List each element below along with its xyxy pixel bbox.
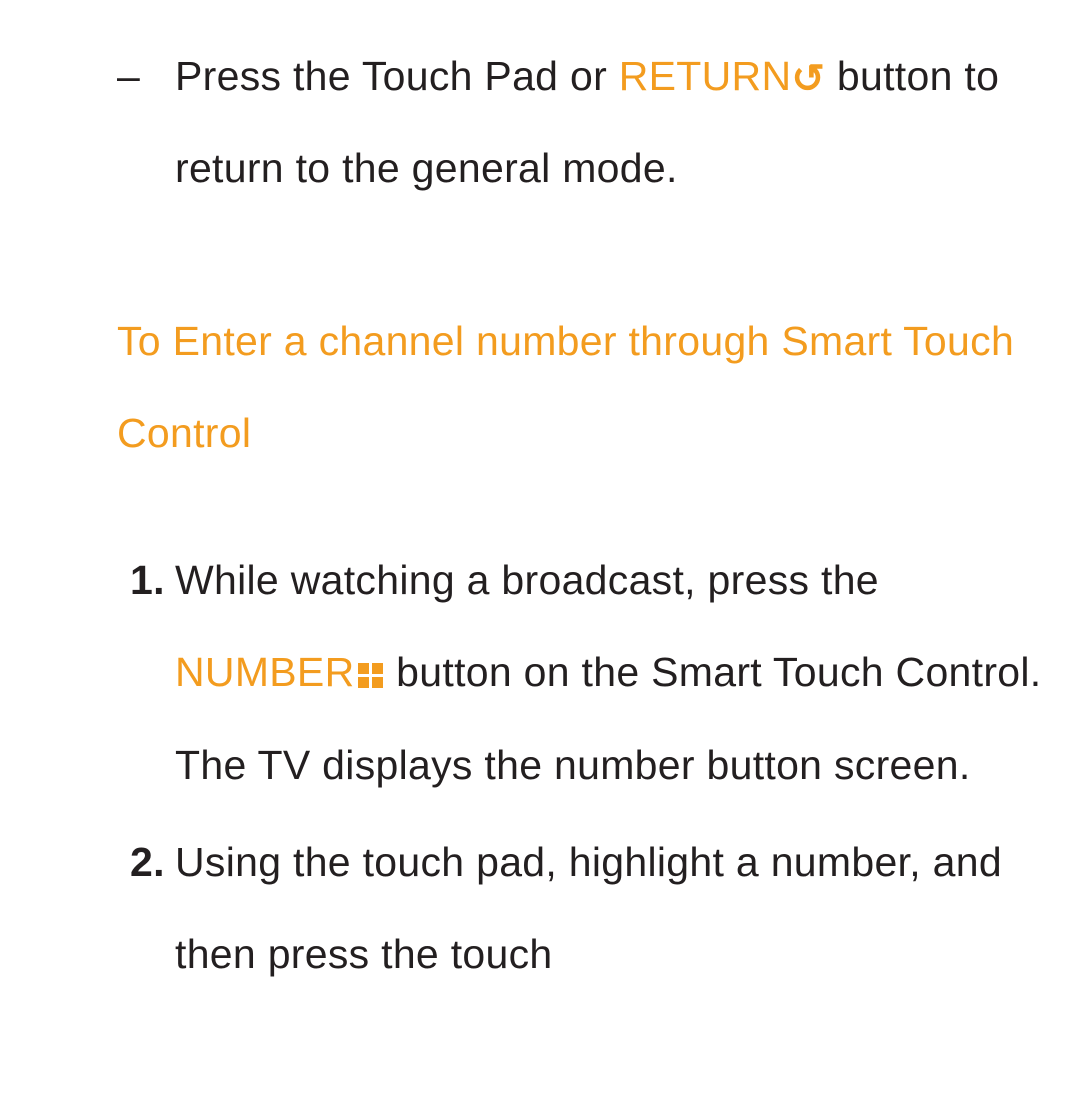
step-number: 1. <box>130 534 165 626</box>
section-heading: To Enter a channel number through Smart … <box>0 295 1060 480</box>
return-icon: ↻ <box>791 34 825 124</box>
step-text: Using the touch pad, highlight a number,… <box>175 839 1002 977</box>
dash-marker: – <box>117 30 140 122</box>
number-pad-icon <box>356 661 384 689</box>
ordered-list: 1. While watching a broadcast, press the… <box>0 534 1060 1000</box>
list-item: 1. While watching a broadcast, press the… <box>175 534 1060 811</box>
return-button-label: RETURN <box>619 53 792 99</box>
number-button-label: NUMBER <box>175 649 354 695</box>
sub-bullet-item: – Press the Touch Pad or RETURN↻ button … <box>0 30 1060 215</box>
bullet-text-before: Press the Touch Pad or <box>175 53 619 99</box>
step-number: 2. <box>130 816 165 908</box>
step-text-before: While watching a broadcast, press the <box>175 557 879 603</box>
list-item: 2. Using the touch pad, highlight a numb… <box>175 816 1060 1001</box>
